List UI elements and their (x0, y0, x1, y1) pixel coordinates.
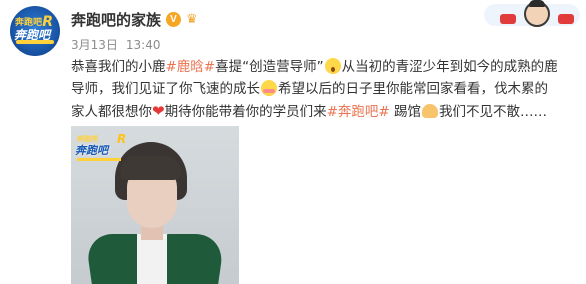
post-meta: 3月13日 13:40 (71, 36, 161, 53)
post-date[interactable]: 3月13日 (71, 38, 118, 52)
post-text-segment: 从当初的青涩少年到如今的成熟的鹿 (341, 59, 558, 75)
decoration-shape-right (558, 14, 574, 24)
post-line-1: 恭喜我们的小鹿#鹿晗#喜提“创造营导师” 从当初的青涩少年到如今的成熟的鹿 (71, 56, 576, 78)
card-decoration (466, 0, 586, 30)
post-text-segment: 导师，我们见证了你飞速的成长 (71, 81, 260, 97)
heart-emoji-icon: ❤ (152, 102, 165, 120)
image-fringe (121, 156, 181, 180)
avatar-logo-bar (16, 40, 54, 44)
post-text: 恭喜我们的小鹿#鹿晗#喜提“创造营导师” 从当初的青涩少年到如今的成熟的鹿 导师，… (71, 56, 576, 122)
post-image[interactable]: 奔跑吧 奔跑吧 R (71, 126, 239, 284)
blush-emoji-icon (261, 80, 277, 96)
account-header: 奔跑吧的家族 V ♛ (71, 9, 198, 30)
image-shirt (137, 234, 167, 284)
shock-emoji-icon (324, 58, 341, 74)
post-text-segment: 我们不见不散…… (439, 104, 547, 120)
hand-emoji-icon (422, 104, 438, 118)
image-logo-mark: R (117, 132, 127, 146)
post-text-segment: 踢馆 (389, 104, 421, 120)
post-line-3: 家人都很想你❤期待你能带着你的学员们来#奔跑吧# 踢馆 我们不见不散…… (71, 100, 576, 122)
post-text-segment: 恭喜我们的小鹿 (71, 59, 166, 75)
avatar-logo-mark: R (42, 14, 53, 30)
account-avatar[interactable]: 奔跑吧 奔跑吧 R (10, 6, 60, 56)
post-text-segment: 希望以后的日子里你能常回家看看，伐木累的 (278, 81, 548, 97)
account-name[interactable]: 奔跑吧的家族 (71, 9, 161, 30)
hashtag-link[interactable]: #鹿晗# (166, 59, 216, 75)
crown-icon[interactable]: ♛ (186, 12, 198, 27)
decoration-cartoon-face-icon (524, 0, 550, 27)
post-text-segment: 家人都很想你 (71, 104, 152, 120)
post-line-2: 导师，我们见证了你飞速的成长 希望以后的日子里你能常回家看看，伐木累的 (71, 78, 576, 100)
verified-badge-icon[interactable]: V (166, 12, 182, 27)
image-logo-bar (77, 158, 121, 161)
decoration-shape-left (500, 14, 516, 24)
post-time[interactable]: 13:40 (126, 38, 161, 52)
image-logo-main: 奔跑吧 (75, 144, 108, 157)
hashtag-link[interactable]: #奔跑吧# (327, 104, 390, 120)
post-text-segment: 喜提“创造营导师” (215, 59, 324, 75)
image-show-logo: 奔跑吧 奔跑吧 R (75, 132, 129, 164)
post-text-segment: 期待你能带着你的学员们来 (164, 104, 327, 120)
